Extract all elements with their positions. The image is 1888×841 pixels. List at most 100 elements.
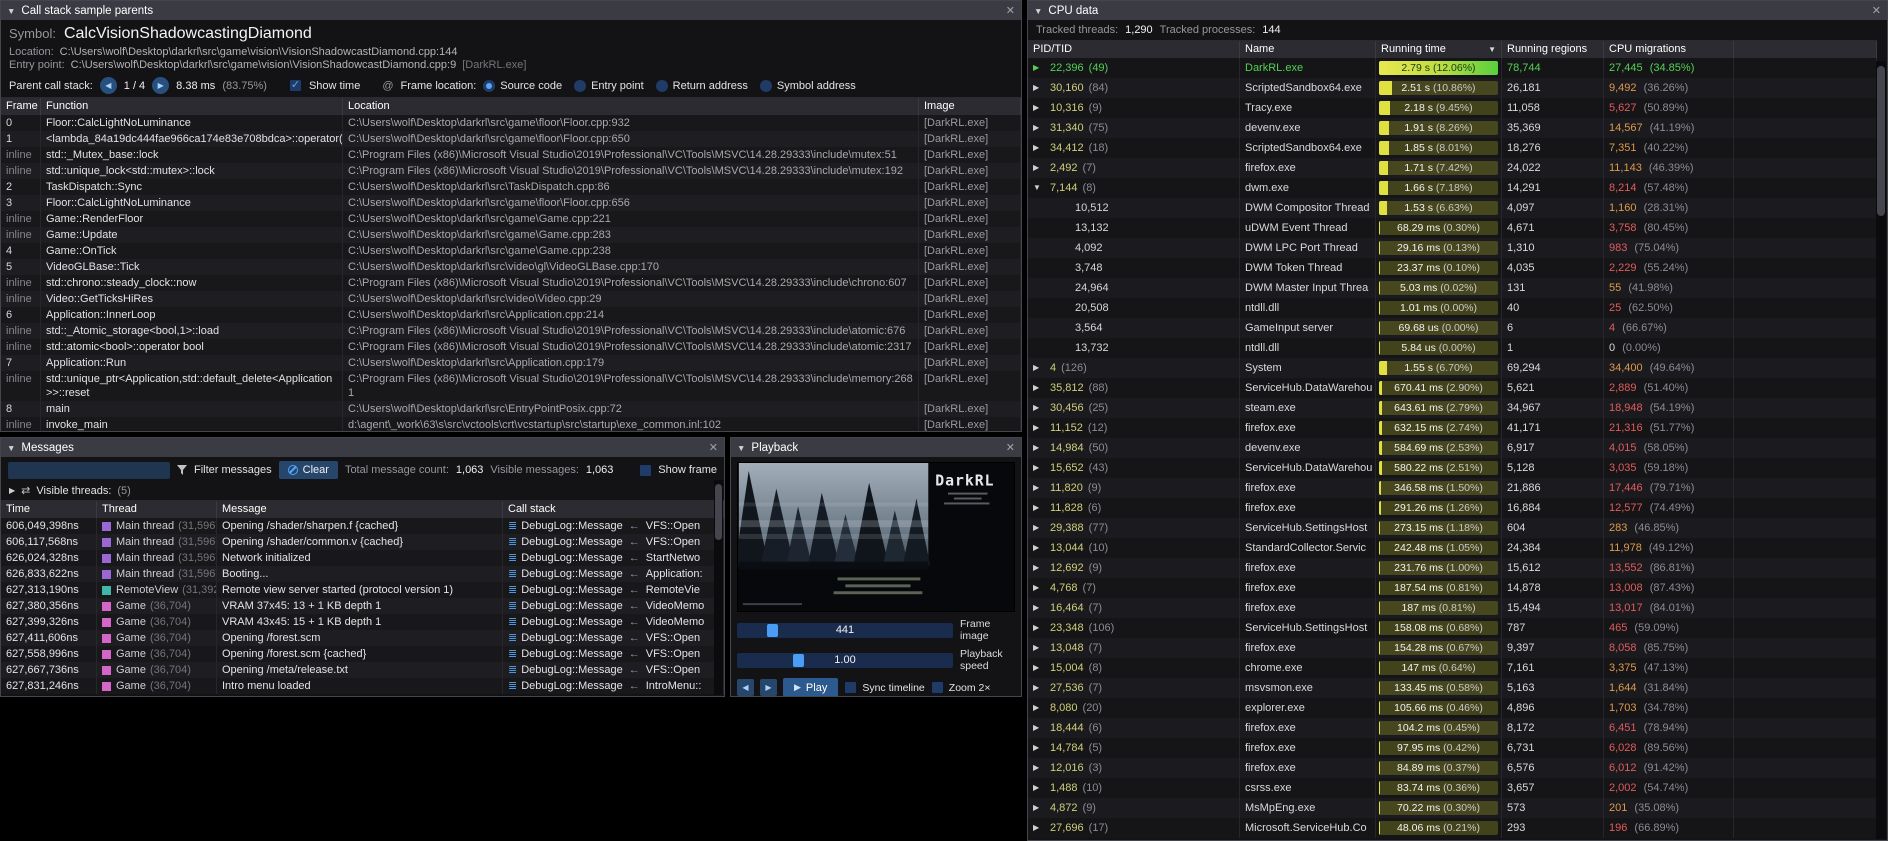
message-row[interactable]: 627,411,606ns Game (36,704) Opening /for…	[1, 630, 724, 646]
frame-image-preview[interactable]: DarkRL	[737, 462, 1015, 612]
col-cpu-migrations[interactable]: CPU migrations	[1604, 41, 1734, 58]
callstack-frame-row[interactable]: inline invoke_main d:\agent\_work\63\s\s…	[1, 417, 1021, 431]
cpu-process-row[interactable]: ▶ 15,652 (43) ServiceHub.DataWarehou 580…	[1028, 458, 1877, 478]
expand-caret-icon[interactable]: ▶	[1033, 498, 1045, 518]
callstack-frame-row[interactable]: 2 TaskDispatch::Sync C:\Users\wolf\Deskt…	[1, 179, 1021, 195]
expand-caret-icon[interactable]: ▶	[1033, 738, 1045, 758]
col-callstack[interactable]: Call stack	[503, 501, 724, 518]
expand-caret-icon[interactable]: ▶	[1033, 518, 1045, 538]
callstack-frame-row[interactable]: inline std::unique_lock<std::mutex>::loc…	[1, 163, 1021, 179]
expand-caret-icon[interactable]: ▶	[1033, 398, 1045, 418]
cpu-process-row[interactable]: ▶ 11,152 (12) firefox.exe 632.15 ms (2.7…	[1028, 418, 1877, 438]
message-row[interactable]: 626,024,328ns Main thread (31,596) Netwo…	[1, 550, 724, 566]
callstack-frame-row[interactable]: 7 Application::Run C:\Users\wolf\Desktop…	[1, 355, 1021, 371]
cpu-process-row[interactable]: ▶ 14,984 (50) devenv.exe 584.69 ms (2.53…	[1028, 438, 1877, 458]
close-icon[interactable]: ✕	[1006, 4, 1015, 17]
cpu-process-row[interactable]: ▶ 11,828 (6) firefox.exe 291.26 ms (1.26…	[1028, 498, 1877, 518]
cpu-process-row[interactable]: ▼ 7,144 (8) dwm.exe 1.66 s (7.18%) 14,29…	[1028, 178, 1877, 198]
expand-caret-icon[interactable]: ▶	[1033, 798, 1045, 818]
expand-caret-icon[interactable]: ▶	[1033, 758, 1045, 778]
cpu-process-row[interactable]: ▶ 4,768 (7) firefox.exe 187.54 ms (0.81%…	[1028, 578, 1877, 598]
callstack-frame-row[interactable]: 8 main C:\Users\wolf\Desktop\darkrl\src\…	[1, 401, 1021, 417]
callstack-frame-row[interactable]: inline Video::GetTicksHiRes C:\Users\wol…	[1, 291, 1021, 307]
col-function[interactable]: Function	[41, 98, 343, 115]
expand-caret-icon[interactable]: ▶	[1033, 658, 1045, 678]
expand-caret-icon[interactable]: ▶	[1033, 618, 1045, 638]
expand-caret-icon[interactable]: ▶	[9, 486, 15, 495]
message-callstack[interactable]: ≣ DebugLog::Message ← VFS::Open	[503, 662, 724, 678]
cpu-process-row[interactable]: 3,748 DWM Token Thread 23.37 ms (0.10%) …	[1028, 258, 1877, 278]
collapse-icon[interactable]: ▼	[1034, 6, 1042, 16]
cpu-process-row[interactable]: ▶ 12,692 (9) firefox.exe 231.76 ms (1.00…	[1028, 558, 1877, 578]
callstack-frame-row[interactable]: 4 Game::OnTick C:\Users\wolf\Desktop\dar…	[1, 243, 1021, 259]
cpu-process-row[interactable]: 13,732 ntdll.dll 5.84 us (0.00%) 1 0 (0.…	[1028, 338, 1877, 358]
playback-speed-slider[interactable]: 1.00	[737, 653, 953, 668]
callstack-frame-row[interactable]: 1 <lambda_84a19dc444fae966ca174e83e708bd…	[1, 131, 1021, 147]
cpu-process-row[interactable]: ▶ 13,044 (10) StandardCollector.Servic 2…	[1028, 538, 1877, 558]
message-row[interactable]: 627,831,246ns Game (36,704) Intro menu l…	[1, 678, 724, 694]
next-frame-button[interactable]: ▶	[760, 679, 777, 696]
expand-caret-icon[interactable]: ▶	[1033, 98, 1045, 118]
cpu-process-row[interactable]: ▶ 1,488 (10) csrss.exe 83.74 ms (0.36%) …	[1028, 778, 1877, 798]
message-callstack[interactable]: ≣ DebugLog::Message ← VFS::Open	[503, 534, 724, 550]
expand-caret-icon[interactable]: ▶	[1033, 598, 1045, 618]
cpu-process-row[interactable]: ▶ 23,348 (106) ServiceHub.SettingsHost 1…	[1028, 618, 1877, 638]
col-location[interactable]: Location	[343, 98, 919, 115]
expand-caret-icon[interactable]: ▶	[1033, 158, 1045, 178]
callstack-frame-row[interactable]: inline std::atomic<bool>::operator bool …	[1, 339, 1021, 355]
callstack-frame-row[interactable]: 5 VideoGLBase::Tick C:\Users\wolf\Deskto…	[1, 259, 1021, 275]
expand-caret-icon[interactable]: ▶	[1033, 438, 1045, 458]
col-thread[interactable]: Thread	[97, 501, 217, 518]
cpu-process-row[interactable]: ▶ 22,396 (49) DarkRL.exe 2.79 s (12.06%)…	[1028, 58, 1877, 78]
callstack-frame-row[interactable]: inline Game::Update C:\Users\wolf\Deskto…	[1, 227, 1021, 243]
cpu-process-row[interactable]: ▶ 12,016 (3) firefox.exe 84.89 ms (0.37%…	[1028, 758, 1877, 778]
callstack-frame-row[interactable]: inline std::unique_ptr<Application,std::…	[1, 371, 1021, 401]
expand-caret-icon[interactable]: ▼	[1033, 178, 1045, 198]
cpu-process-row[interactable]: ▶ 13,048 (7) firefox.exe 154.28 ms (0.67…	[1028, 638, 1877, 658]
message-callstack[interactable]: ≣ DebugLog::Message ← IntroMenu::	[503, 678, 724, 694]
col-time[interactable]: Time	[1, 501, 97, 518]
message-callstack[interactable]: ≣ DebugLog::Message ← VideoMemo	[503, 598, 724, 614]
expand-caret-icon[interactable]: ▶	[1033, 778, 1045, 798]
message-row[interactable]: 627,380,356ns Game (36,704) VRAM 37x45: …	[1, 598, 724, 614]
message-callstack[interactable]: ≣ DebugLog::Message ← RemoteVie	[503, 582, 724, 598]
message-row[interactable]: 627,313,190ns RemoteView (31,392) Remote…	[1, 582, 724, 598]
expand-caret-icon[interactable]: ▶	[1033, 138, 1045, 158]
cpu-process-row[interactable]: ▶ 2,492 (7) firefox.exe 1.71 s (7.42%) 2…	[1028, 158, 1877, 178]
message-callstack[interactable]: ≣ DebugLog::Message ← VideoMemo	[503, 614, 724, 630]
col-frame[interactable]: Frame	[1, 98, 41, 115]
expand-caret-icon[interactable]: ▶	[1033, 538, 1045, 558]
cpu-process-row[interactable]: ▶ 27,536 (7) msvsmon.exe 133.45 ms (0.58…	[1028, 678, 1877, 698]
sync-timeline-checkbox[interactable]	[844, 681, 857, 694]
col-running-regions[interactable]: Running regions	[1502, 41, 1604, 58]
scrollbar-thumb[interactable]	[715, 484, 722, 540]
cpu-process-row[interactable]: ▶ 4 (126) System 1.55 s (6.70%) 69,294 3…	[1028, 358, 1877, 378]
col-pid-tid[interactable]: PID/TID	[1028, 41, 1240, 58]
expand-caret-icon[interactable]: ▶	[1033, 718, 1045, 738]
cpu-process-row[interactable]: 13,132 uDWM Event Thread 68.29 ms (0.30%…	[1028, 218, 1877, 238]
callstack-frame-row[interactable]: inline std::chrono::steady_clock::now C:…	[1, 275, 1021, 291]
cpu-process-row[interactable]: 20,508 ntdll.dll 1.01 ms (0.00%) 40 25 (…	[1028, 298, 1877, 318]
cpu-process-row[interactable]: ▶ 4,872 (9) MsMpEng.exe 70.22 ms (0.30%)…	[1028, 798, 1877, 818]
expand-caret-icon[interactable]: ▶	[1033, 678, 1045, 698]
clear-button[interactable]: Clear	[279, 461, 338, 479]
callstack-frame-row[interactable]: inline Game::RenderFloor C:\Users\wolf\D…	[1, 211, 1021, 227]
cpu-process-row[interactable]: ▶ 27,696 (17) Microsoft.ServiceHub.Co 48…	[1028, 818, 1877, 838]
expand-caret-icon[interactable]: ▶	[1033, 578, 1045, 598]
close-icon[interactable]: ✕	[1872, 4, 1881, 17]
message-callstack[interactable]: ≣ DebugLog::Message ← VFS::Open	[503, 630, 724, 646]
message-row[interactable]: 627,667,736ns Game (36,704) Opening /met…	[1, 662, 724, 678]
zoom-2x-checkbox[interactable]	[931, 681, 944, 694]
expand-caret-icon[interactable]: ▶	[1033, 78, 1045, 98]
expand-caret-icon[interactable]: ▶	[1033, 698, 1045, 718]
cpu-process-row[interactable]: ▶ 16,464 (7) firefox.exe 187 ms (0.81%) …	[1028, 598, 1877, 618]
cpu-process-row[interactable]: ▶ 34,412 (18) ScriptedSandbox64.exe 1.85…	[1028, 138, 1877, 158]
cpu-process-row[interactable]: 3,564 GameInput server 69.68 us (0.00%) …	[1028, 318, 1877, 338]
expand-caret-icon[interactable]: ▶	[1033, 558, 1045, 578]
frame-location-radio-option[interactable]: Return address	[656, 80, 748, 92]
cpu-process-row[interactable]: ▶ 30,456 (25) steam.exe 643.61 ms (2.79%…	[1028, 398, 1877, 418]
cpu-process-row[interactable]: ▶ 15,004 (8) chrome.exe 147 ms (0.64%) 7…	[1028, 658, 1877, 678]
message-row[interactable]: 627,558,996ns Game (36,704) Opening /for…	[1, 646, 724, 662]
expand-caret-icon[interactable]: ▶	[1033, 458, 1045, 478]
frame-location-radio-option[interactable]: Source code	[483, 80, 562, 92]
